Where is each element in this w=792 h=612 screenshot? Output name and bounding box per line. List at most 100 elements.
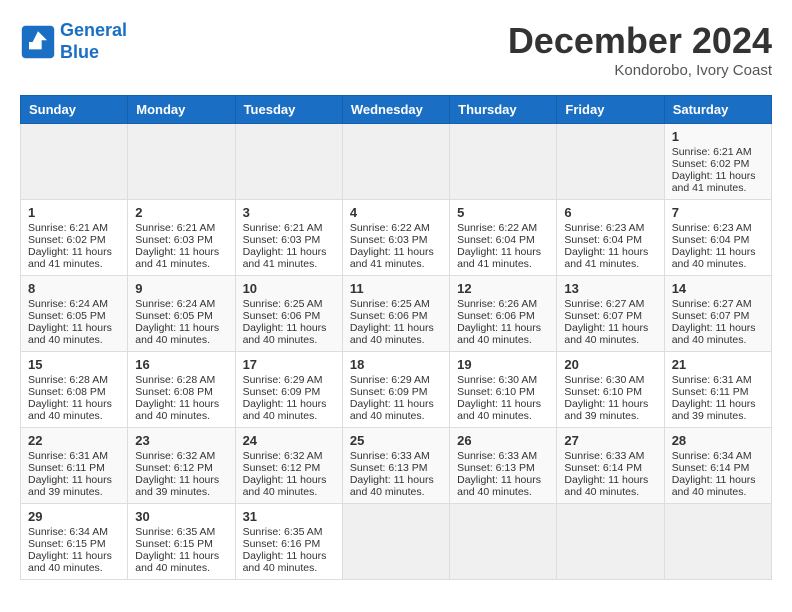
sunset-text: Sunset: 6:12 PM (243, 462, 321, 474)
day-number: 27 (564, 433, 656, 448)
day-number: 21 (672, 357, 764, 372)
sunrise-text: Sunrise: 6:27 AM (672, 298, 752, 310)
day-number: 3 (243, 205, 335, 220)
daylight-text: Daylight: 11 hours and 40 minutes. (350, 398, 434, 422)
sunrise-text: Sunrise: 6:21 AM (672, 146, 752, 158)
calendar-cell: 29 Sunrise: 6:34 AMSunset: 6:15 PMDayligh… (21, 504, 128, 580)
day-number: 9 (135, 281, 227, 296)
calendar-cell: 9Sunrise: 6:24 AMSunset: 6:05 PMDaylight… (128, 276, 235, 352)
calendar-cell: 3Sunrise: 6:21 AMSunset: 6:03 PMDaylight… (235, 200, 342, 276)
calendar-cell: 25Sunrise: 6:33 AMSunset: 6:13 PMDayligh… (342, 428, 449, 504)
calendar-week-row: 29 Sunrise: 6:34 AMSunset: 6:15 PMDayligh… (21, 504, 772, 580)
day-number: 15 (28, 357, 120, 372)
calendar-cell: 19Sunrise: 6:30 AMSunset: 6:10 PMDayligh… (450, 352, 557, 428)
calendar-cell: 20Sunrise: 6:30 AMSunset: 6:10 PMDayligh… (557, 352, 664, 428)
sunset-text: Sunset: 6:14 PM (564, 462, 642, 474)
calendar-cell: 18 Sunrise: 6:29 AMSunset: 6:09 PMDayligh… (342, 352, 449, 428)
title-area: December 2024 Kondorobo, Ivory Coast (508, 20, 772, 79)
daylight-text: Daylight: 11 hours and 40 minutes. (457, 474, 541, 498)
calendar-cell (235, 124, 342, 200)
calendar-cell: 6Sunrise: 6:23 AMSunset: 6:04 PMDaylight… (557, 200, 664, 276)
sunset-text: Sunset: 6:15 PM (28, 538, 106, 550)
sunrise-text: Sunrise: 6:22 AM (457, 222, 537, 234)
day-of-week-header: Saturday (664, 96, 771, 124)
sunrise-text: Sunrise: 6:21 AM (135, 222, 215, 234)
location: Kondorobo, Ivory Coast (508, 62, 772, 79)
daylight-text: Daylight: 11 hours and 41 minutes. (457, 246, 541, 270)
sunrise-text: Sunrise: 6:34 AM (28, 526, 108, 538)
sunrise-text: Sunrise: 6:31 AM (28, 450, 108, 462)
calendar-cell: 15Sunrise: 6:28 AMSunset: 6:08 PMDayligh… (21, 352, 128, 428)
daylight-text: Daylight: 11 hours and 39 minutes. (28, 474, 112, 498)
day-number: 8 (28, 281, 120, 296)
day-of-week-header: Thursday (450, 96, 557, 124)
logo-line1: General (60, 20, 127, 40)
sunrise-text: Sunrise: 6:35 AM (135, 526, 215, 538)
daylight-text: Daylight: 11 hours and 40 minutes. (457, 398, 541, 422)
daylight-text: Daylight: 11 hours and 39 minutes. (135, 474, 219, 498)
calendar-cell: 14Sunrise: 6:27 AMSunset: 6:07 PMDayligh… (664, 276, 771, 352)
sunrise-text: Sunrise: 6:29 AM (350, 374, 430, 386)
daylight-text: Daylight: 11 hours and 40 minutes. (28, 398, 112, 422)
sunset-text: Sunset: 6:10 PM (457, 386, 535, 398)
calendar-cell: 1Sunrise: 6:21 AMSunset: 6:02 PMDaylight… (664, 124, 771, 200)
daylight-text: Daylight: 11 hours and 40 minutes. (28, 322, 112, 346)
calendar-cell (128, 124, 235, 200)
month-title: December 2024 (508, 20, 772, 62)
sunset-text: Sunset: 6:12 PM (135, 462, 213, 474)
page-header: General Blue December 2024 Kondorobo, Iv… (20, 20, 772, 79)
sunrise-text: Sunrise: 6:22 AM (350, 222, 430, 234)
calendar-cell: 5Sunrise: 6:22 AMSunset: 6:04 PMDaylight… (450, 200, 557, 276)
day-number: 26 (457, 433, 549, 448)
daylight-text: Daylight: 11 hours and 41 minutes. (243, 246, 327, 270)
day-of-week-header: Tuesday (235, 96, 342, 124)
day-number: 13 (564, 281, 656, 296)
calendar-cell: 30Sunrise: 6:35 AMSunset: 6:15 PMDayligh… (128, 504, 235, 580)
sunset-text: Sunset: 6:16 PM (243, 538, 321, 550)
sunset-text: Sunset: 6:11 PM (672, 386, 749, 398)
sunrise-text: Sunrise: 6:28 AM (135, 374, 215, 386)
calendar-cell: 11Sunrise: 6:25 AMSunset: 6:06 PMDayligh… (342, 276, 449, 352)
sunrise-text: Sunrise: 6:26 AM (457, 298, 537, 310)
calendar-cell: 2Sunrise: 6:21 AMSunset: 6:03 PMDaylight… (128, 200, 235, 276)
day-number: 7 (672, 205, 764, 220)
sunrise-text: Sunrise: 6:24 AM (28, 298, 108, 310)
day-number: 10 (243, 281, 335, 296)
daylight-text: Daylight: 11 hours and 40 minutes. (672, 474, 756, 498)
daylight-text: Daylight: 11 hours and 40 minutes. (564, 474, 648, 498)
day-of-week-header: Monday (128, 96, 235, 124)
calendar-week-row: 8Sunrise: 6:24 AMSunset: 6:05 PMDaylight… (21, 276, 772, 352)
sunrise-text: Sunrise: 6:25 AM (243, 298, 323, 310)
day-number: 1 (28, 205, 120, 220)
sunset-text: Sunset: 6:04 PM (457, 234, 535, 246)
sunrise-text: Sunrise: 6:30 AM (457, 374, 537, 386)
sunset-text: Sunset: 6:06 PM (350, 310, 428, 322)
day-number: 20 (564, 357, 656, 372)
calendar-cell: 10Sunrise: 6:25 AMSunset: 6:06 PMDayligh… (235, 276, 342, 352)
day-number: 2 (135, 205, 227, 220)
logo-icon (20, 24, 56, 60)
sunset-text: Sunset: 6:04 PM (564, 234, 642, 246)
sunrise-text: Sunrise: 6:32 AM (135, 450, 215, 462)
day-number: 28 (672, 433, 764, 448)
day-number: 11 (350, 281, 442, 296)
sunrise-text: Sunrise: 6:34 AM (672, 450, 752, 462)
sunset-text: Sunset: 6:09 PM (243, 386, 321, 398)
day-number: 25 (350, 433, 442, 448)
calendar-cell: 12Sunrise: 6:26 AMSunset: 6:06 PMDayligh… (450, 276, 557, 352)
daylight-text: Daylight: 11 hours and 40 minutes. (672, 246, 756, 270)
day-number: 12 (457, 281, 549, 296)
daylight-text: Daylight: 11 hours and 41 minutes. (564, 246, 648, 270)
day-number: 18 (350, 357, 442, 372)
calendar-cell (664, 504, 771, 580)
daylight-text: Daylight: 11 hours and 41 minutes. (28, 246, 112, 270)
sunset-text: Sunset: 6:14 PM (672, 462, 750, 474)
day-number: 29 (28, 509, 120, 524)
sunset-text: Sunset: 6:09 PM (350, 386, 428, 398)
sunrise-text: Sunrise: 6:32 AM (243, 450, 323, 462)
sunrise-text: Sunrise: 6:30 AM (564, 374, 644, 386)
sunset-text: Sunset: 6:07 PM (672, 310, 750, 322)
daylight-text: Daylight: 11 hours and 40 minutes. (28, 550, 112, 574)
logo-text: General Blue (60, 20, 127, 63)
day-number: 4 (350, 205, 442, 220)
